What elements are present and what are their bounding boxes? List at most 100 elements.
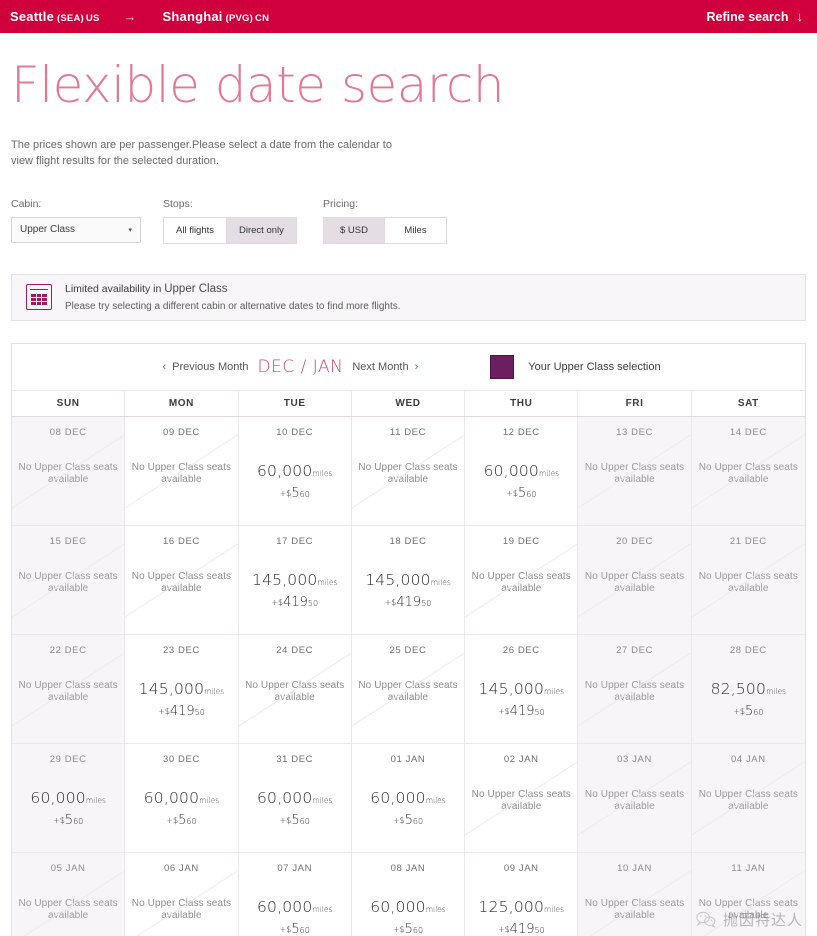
- chevron-left-icon[interactable]: ‹: [162, 361, 166, 373]
- day-price-block: 145,000miles +$41950: [479, 680, 565, 721]
- calendar-day-cell[interactable]: 25 DEC No Upper Class seats available: [351, 634, 466, 744]
- day-date-label: 06 JAN: [164, 862, 199, 874]
- calendar-day-cell[interactable]: 02 JAN No Upper Class seats available: [465, 743, 579, 853]
- day-date-label: 17 DEC: [276, 535, 314, 547]
- chevron-right-icon[interactable]: ›: [415, 361, 419, 373]
- day-date-label: 11 JAN: [731, 862, 766, 874]
- day-price-block: No Upper Class seats available: [692, 789, 805, 814]
- calendar-day-cell[interactable]: 01 JAN 60,000miles +$560: [351, 743, 466, 853]
- day-date-label: 08 DEC: [49, 426, 87, 438]
- calendar-day-cell[interactable]: 16 DEC No Upper Class seats available: [125, 525, 239, 635]
- calendar-day-cell[interactable]: 29 DEC 60,000miles +$560: [12, 743, 126, 853]
- day-unavailable-text: No Upper Class seats available: [131, 570, 232, 595]
- day-miles-value: 60,000: [370, 897, 426, 916]
- day-miles-unit: miles: [425, 795, 446, 805]
- calendar-day-cell[interactable]: 10 DEC 60,000miles +$560: [238, 416, 352, 526]
- stops-option-all-flights[interactable]: All flights: [163, 216, 228, 244]
- day-miles-value: 82,500: [710, 679, 767, 698]
- day-miles-price: 145,000miles: [139, 680, 225, 699]
- day-fee-cents: 50: [534, 925, 545, 935]
- page-description: The prices shown are per passenger.Pleas…: [11, 138, 392, 168]
- day-cash-fee: +$560: [257, 922, 332, 936]
- calendar-day-cell[interactable]: 09 DEC No Upper Class seats available: [125, 416, 239, 526]
- current-months-label: DEC / JAN: [257, 356, 344, 377]
- calendar-day-cell[interactable]: 28 DEC 82,500miles +$560: [691, 634, 805, 744]
- day-cash-fee: +$560: [144, 813, 219, 829]
- calendar-day-cell[interactable]: 08 JAN 60,000miles +$560: [351, 852, 466, 936]
- day-miles-value: 60,000: [370, 788, 426, 807]
- calendar-day-cell[interactable]: 26 DEC 145,000miles +$41950: [465, 634, 579, 744]
- day-price-block: No Upper Class seats available: [465, 789, 577, 814]
- route-bar: Seattle (SEA) US → Shanghai (PVG) CN Ref…: [0, 0, 817, 33]
- day-unavailable-text: No Upper Class seats available: [584, 679, 685, 704]
- day-unavailable-text: No Upper Class seats available: [131, 897, 232, 922]
- pricing-option-usd[interactable]: $ USD: [323, 216, 385, 244]
- day-date-label: 19 DEC: [502, 535, 540, 547]
- day-unavailable-text: No Upper Class seats available: [245, 679, 345, 704]
- calendar-day-cell[interactable]: 13 DEC No Upper Class seats available: [578, 416, 692, 526]
- day-miles-price: 60,000miles: [484, 462, 559, 481]
- day-miles-unit: miles: [204, 686, 225, 696]
- day-fee-cents: 60: [73, 816, 84, 826]
- calendar-day-cell[interactable]: 07 JAN 60,000miles +$560: [238, 852, 352, 936]
- day-date-label: 10 DEC: [276, 426, 314, 438]
- calendar-day-cell[interactable]: 17 DEC 145,000miles +$41950: [238, 525, 352, 635]
- next-month-button[interactable]: Next Month: [352, 361, 408, 373]
- stops-option-direct-only[interactable]: Direct only: [227, 216, 297, 244]
- refine-search-button[interactable]: Refine search ↓: [707, 9, 803, 24]
- calendar-day-cell[interactable]: 22 DEC No Upper Class seats available: [12, 634, 126, 744]
- previous-month-button[interactable]: Previous Month: [172, 361, 248, 373]
- calendar-day-cell[interactable]: 21 DEC No Upper Class seats available: [691, 525, 805, 635]
- day-fee-prefix: +$: [506, 488, 518, 498]
- day-fee-amount: 5: [64, 812, 74, 828]
- calendar-day-cell[interactable]: 06 JAN No Upper Class seats available: [125, 852, 239, 936]
- calendar-day-cell[interactable]: 27 DEC No Upper Class seats available: [578, 634, 692, 744]
- day-unavailable-text: No Upper Class seats available: [471, 788, 571, 813]
- calendar-day-cell[interactable]: 11 DEC No Upper Class seats available: [351, 416, 466, 526]
- day-date-label: 26 DEC: [502, 644, 540, 656]
- day-fee-amount: 419: [283, 594, 308, 610]
- cabin-selected-value: Upper Class: [20, 224, 76, 235]
- day-fee-prefix: +$: [733, 706, 745, 716]
- day-fee-cents: 60: [299, 816, 310, 826]
- alert-text-block: Limited availability in Upper Class Plea…: [65, 283, 401, 312]
- day-fee-cents: 50: [307, 598, 319, 608]
- calendar-day-cell[interactable]: 14 DEC No Upper Class seats available: [691, 416, 805, 526]
- pricing-filter-group: Pricing: $ USD Miles: [323, 198, 447, 244]
- day-price-block: No Upper Class seats available: [465, 571, 577, 596]
- day-unavailable-text: No Upper Class seats available: [18, 570, 118, 595]
- calendar-day-cell[interactable]: 11 JAN No Upper Class seats available: [691, 852, 805, 936]
- day-date-label: 05 JAN: [50, 862, 86, 874]
- day-miles-value: 145,000: [251, 570, 318, 589]
- calendar-day-cell[interactable]: 31 DEC 60,000miles +$560: [238, 743, 352, 853]
- calendar-day-cell[interactable]: 08 DEC No Upper Class seats available: [12, 416, 126, 526]
- calendar-day-cell[interactable]: 18 DEC 145,000miles +$41950: [351, 525, 466, 635]
- calendar-day-cell[interactable]: 05 JAN No Upper Class seats available: [12, 852, 126, 936]
- day-date-label: 09 JAN: [503, 862, 539, 874]
- day-date-label: 12 DEC: [502, 426, 540, 438]
- day-unavailable-text: No Upper Class seats available: [698, 570, 798, 595]
- day-price-block: No Upper Class seats available: [578, 462, 690, 487]
- calendar-day-cell[interactable]: 24 DEC No Upper Class seats available: [238, 634, 352, 744]
- calendar-day-cell[interactable]: 15 DEC No Upper Class seats available: [12, 525, 126, 635]
- calendar-day-cell[interactable]: 04 JAN No Upper Class seats available: [691, 743, 805, 853]
- weekday-header-thu: THU: [465, 390, 579, 416]
- day-price-block: 145,000miles +$41950: [252, 571, 338, 612]
- cabin-select[interactable]: Upper Class ▾: [11, 216, 141, 243]
- day-price-block: No Upper Class seats available: [352, 680, 464, 705]
- calendar-day-cell[interactable]: 09 JAN 125,000miles +$41950: [465, 852, 579, 936]
- day-price-block: No Upper Class seats available: [352, 462, 464, 487]
- day-miles-price: 145,000miles: [365, 571, 451, 590]
- calendar-day-cell[interactable]: 12 DEC 60,000miles +$560: [465, 416, 579, 526]
- day-unavailable-text: No Upper Class seats available: [18, 461, 118, 486]
- pricing-option-miles[interactable]: Miles: [385, 216, 447, 244]
- calendar-day-cell[interactable]: 10 JAN No Upper Class seats available: [578, 852, 692, 936]
- page-title: Flexible date search: [11, 56, 505, 114]
- day-fee-prefix: +$: [158, 706, 170, 716]
- day-fee-amount: 5: [291, 812, 300, 828]
- calendar-day-cell[interactable]: 03 JAN No Upper Class seats available: [578, 743, 692, 853]
- calendar-day-cell[interactable]: 19 DEC No Upper Class seats available: [465, 525, 579, 635]
- calendar-day-cell[interactable]: 30 DEC 60,000miles +$560: [125, 743, 239, 853]
- calendar-day-cell[interactable]: 23 DEC 145,000miles +$41950: [125, 634, 239, 744]
- calendar-day-cell[interactable]: 20 DEC No Upper Class seats available: [578, 525, 692, 635]
